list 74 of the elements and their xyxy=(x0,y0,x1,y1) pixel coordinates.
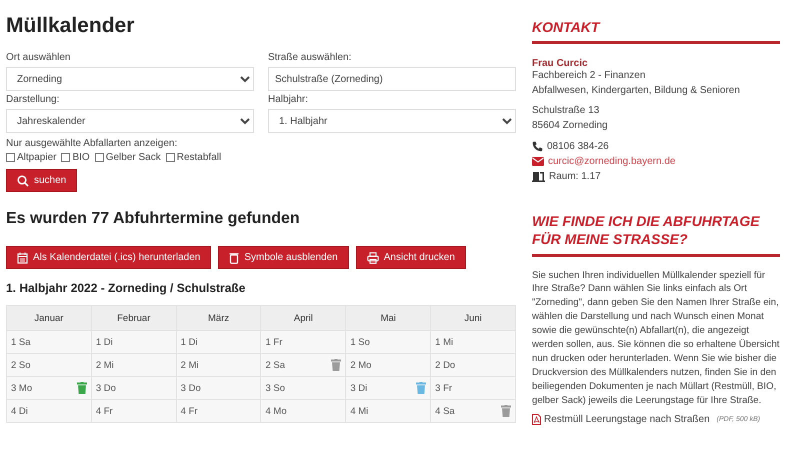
field-label: Halbjahr: xyxy=(268,94,310,105)
help-text: Sie suchen Ihren individuellen Müllkalender speziell für Ihre Straße? Dann wählen Sie links einfach als Ort "Zorneding", dann geben Sie den Namen Ihrer Straße ein, wählen die Darstellung und nach Wunsch einen Monat sowie die gewünschte(n) Abfallart(n), die angezeigt werden sollen, aus. Sie können die so erhaltene Übersicht nun drucken oder herunterladen. Wenn Sie wie bisher die Druckversion des Müllkalenders nutzen, finden Sie in den beiliegenden Dokumenten je nach Müllart (Restmüll, BIO, gelber Sack) jeweils die Leerungstage für Ihre Straße. xyxy=(532,268,780,408)
day-cell: 2 Mi xyxy=(91,354,176,376)
day-cell: 4 Fr xyxy=(91,400,176,422)
dropdown[interactable]: Zorneding xyxy=(6,67,254,91)
field-label: Straße auswählen: xyxy=(268,52,352,63)
address-text: Schulstraße 13 xyxy=(532,104,600,118)
day-cell: 1 Di xyxy=(91,330,176,354)
checkbox[interactable] xyxy=(61,153,70,162)
day-cell: 3 Mo xyxy=(6,376,92,400)
day-cell: 1 Di xyxy=(176,330,261,354)
printer-icon xyxy=(366,252,379,264)
checkbox-label: Altpapier xyxy=(17,152,56,163)
day-cell: 2 Mo xyxy=(346,354,431,376)
field-label: Darstellung: xyxy=(6,94,60,105)
pdf-icon xyxy=(532,414,541,425)
dropdown[interactable]: 1. Halbjahr xyxy=(268,109,516,133)
door-icon xyxy=(532,171,545,182)
checkbox[interactable] xyxy=(6,153,15,162)
day-cell: 3 Di xyxy=(346,376,431,400)
day-cell: 1 So xyxy=(346,330,431,354)
result-heading: Es wurden 77 Abfuhrtermine gefunden xyxy=(6,210,301,228)
field-label: Ort auswählen xyxy=(6,52,72,63)
day-cell: 3 Do xyxy=(176,376,261,400)
contact-text: 08106 384-26 xyxy=(547,140,609,154)
day-cell: 1 Mi xyxy=(430,330,516,354)
checkbox-label: BIO xyxy=(72,152,90,163)
month-header: März xyxy=(176,306,261,330)
month-header: Januar xyxy=(6,306,92,330)
filter-label: Nur ausgewählte Abfallarten anzeigen: xyxy=(6,138,178,149)
day-cell: 3 Do xyxy=(91,376,176,400)
action-button[interactable]: Als Kalenderdatei (.ics) herunterladen xyxy=(6,246,212,269)
email-link[interactable]: curcic@zorneding.bayern.de xyxy=(548,154,676,170)
phone-icon xyxy=(532,141,543,152)
day-cell: 4 Di xyxy=(6,400,92,422)
day-cell: 4 Mo xyxy=(260,400,346,422)
envelope-icon xyxy=(532,157,544,166)
day-cell: 2 Do xyxy=(430,354,516,376)
contact-name: Frau Curcic xyxy=(532,58,589,70)
checkbox-label: Restabfall xyxy=(176,152,222,163)
checkbox-label: Gelber Sack xyxy=(106,152,161,163)
section-heading: KONTAKT xyxy=(532,18,780,44)
month-header: Februar xyxy=(91,306,176,330)
day-cell: 1 Sa xyxy=(6,330,92,354)
day-cell: 4 Sa xyxy=(430,400,516,422)
month-header: Juni xyxy=(430,306,516,330)
section-heading: WIE FINDE ICH DIE ABFUHRTAGE FÜR MEINE STRASSE? xyxy=(532,212,780,257)
action-button[interactable]: Symbole ausblenden xyxy=(218,246,349,269)
input-field[interactable]: Schulstraße (Zorneding) xyxy=(268,67,516,91)
calendar-title: 1. Halbjahr 2022 - Zorneding / Schulstraße xyxy=(6,281,246,295)
page-title: Müllkalender xyxy=(6,14,136,38)
contact-text: Raum: 1.17 xyxy=(549,170,601,184)
day-cell: 4 Mi xyxy=(346,400,431,422)
search-icon xyxy=(17,174,29,186)
day-cell: 2 Sa xyxy=(260,354,346,376)
calendar-icon xyxy=(17,252,28,264)
contact-text: Abfallwesen, Kindergarten, Bildung & Senioren xyxy=(532,84,741,98)
contact-text: Fachbereich 2 - Finanzen xyxy=(532,69,646,84)
dropdown[interactable]: Jahreskalender xyxy=(6,109,254,133)
day-cell: 4 Fr xyxy=(176,400,261,422)
checkbox[interactable] xyxy=(166,153,175,162)
month-header: Mai xyxy=(346,306,431,330)
action-button[interactable]: Ansicht drucken xyxy=(356,246,466,269)
day-cell: 3 So xyxy=(260,376,346,400)
trash-icon xyxy=(229,252,240,264)
search-button[interactable]: suchen xyxy=(6,169,78,192)
day-cell: 1 Fr xyxy=(260,330,346,354)
day-cell: 2 Mi xyxy=(176,354,261,376)
pdf-link[interactable]: Restmüll Leerungstage nach Straßen xyxy=(544,414,710,425)
day-cell: 3 Fr xyxy=(430,376,516,400)
day-cell: 2 So xyxy=(6,354,92,376)
checkbox[interactable] xyxy=(94,153,104,162)
address-text: 85604 Zorneding xyxy=(532,118,609,133)
month-header: April xyxy=(260,306,346,330)
